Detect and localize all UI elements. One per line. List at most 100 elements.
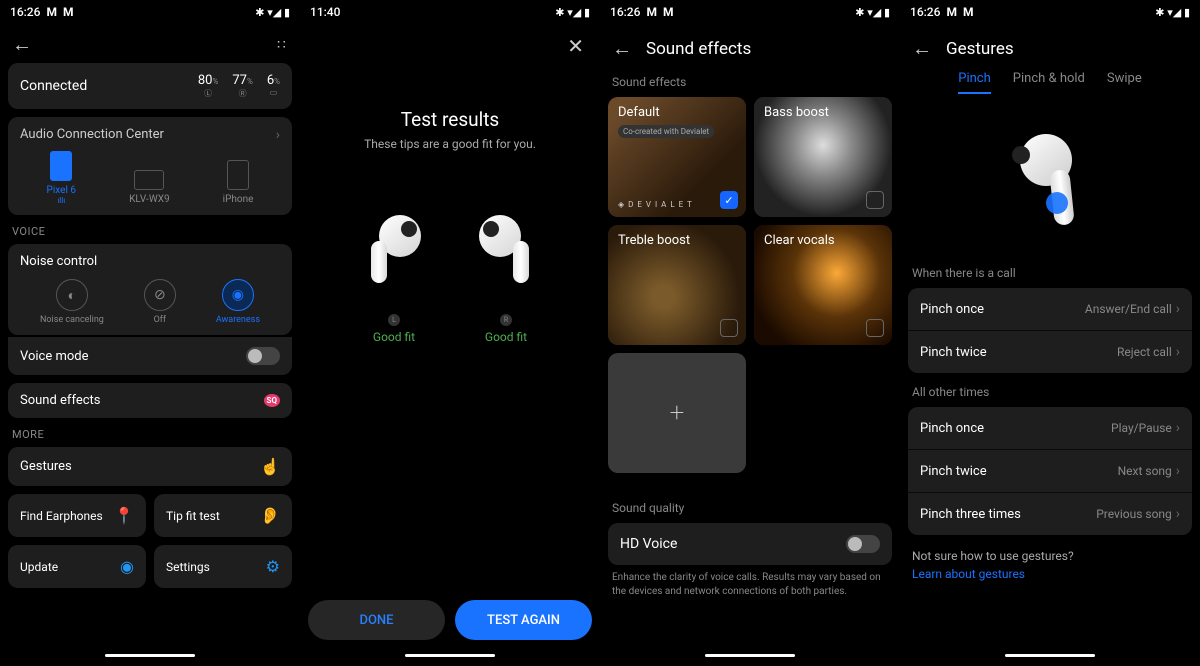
checkbox-icon (720, 319, 738, 337)
settings-button[interactable]: Settings⚙ (154, 545, 292, 588)
section-other: All other times (912, 385, 1188, 399)
ear-icon: 👂 (260, 506, 280, 525)
gmail-icon: M (63, 5, 74, 19)
test-again-button[interactable]: TEST AGAIN (455, 600, 592, 640)
gesture-icon: ☝ (260, 457, 280, 476)
audio-connection-center[interactable]: Audio Connection Center› Pixel 6ıllı KLV… (8, 117, 292, 215)
effect-clear-vocals[interactable]: Clear vocals (754, 225, 892, 345)
screen-gestures: 16:26MM ✱ ▾◢ ▮ ← Gestures Pinch Pinch & … (900, 0, 1200, 666)
sound-effects-label: Sound effects (20, 393, 100, 408)
gesture-pinch-once-call[interactable]: Pinch onceAnswer/End call› (908, 288, 1192, 331)
gestures-label: Gestures (20, 459, 72, 474)
status-bar: 16:26MM ✱ ▾◢ ▮ (900, 0, 1200, 24)
noise-control-card: Noise control ◐Noise canceling ⊘Off ◉Awa… (8, 244, 292, 335)
connected-label: Connected (20, 78, 87, 94)
effect-bass-boost[interactable]: Bass boost (754, 97, 892, 217)
add-effect-button[interactable]: + (608, 353, 746, 473)
not-sure-text: Not sure how to use gestures? (912, 549, 1188, 563)
tab-swipe[interactable]: Swipe (1107, 71, 1142, 94)
nav-pill[interactable] (1005, 654, 1095, 657)
voice-mode-toggle[interactable] (246, 347, 280, 365)
tab-pinch-hold[interactable]: Pinch & hold (1013, 71, 1085, 94)
gesture-pinch-twice[interactable]: Pinch twiceNext song› (908, 450, 1192, 493)
gear-icon: ⚙ (266, 557, 280, 576)
pin-icon: 📍 (114, 506, 134, 525)
earbud-gesture-image (1010, 134, 1090, 234)
nav-pill[interactable] (705, 654, 795, 657)
find-earphones-button[interactable]: Find Earphones📍 (8, 494, 146, 537)
l-indicator: L (388, 314, 400, 326)
status-bar: 16:26MM ✱ ▾◢ ▮ (600, 0, 900, 24)
checkbox-checked-icon: ✓ (720, 191, 738, 209)
screen-sound-effects: 16:26MM ✱ ▾◢ ▮ ← Sound effects Sound eff… (600, 0, 900, 666)
back-button[interactable]: ← (912, 36, 932, 61)
mode-noise-canceling[interactable]: ◐Noise canceling (40, 279, 104, 325)
update-button[interactable]: Update◉ (8, 545, 146, 588)
nav-pill[interactable] (105, 654, 195, 657)
fit-right: Good fit (471, 330, 541, 344)
status-time: 11:40 (310, 5, 340, 19)
status-icons: ✱ ▾◢ ▮ (855, 6, 890, 19)
status-time: 16:26 (910, 5, 940, 19)
l-icon: Ⓛ (198, 88, 218, 99)
status-icons: ✱ ▾◢ ▮ (255, 6, 290, 19)
case-icon: ▭ (267, 88, 280, 97)
effect-default[interactable]: Default Co-created with Devialet ◈ D E V… (608, 97, 746, 217)
earbud-left: L Good fit (359, 211, 429, 344)
pinch-indicator-icon (1046, 192, 1068, 214)
device-iphone[interactable]: iPhone (223, 160, 254, 205)
gesture-pinch-twice-call[interactable]: Pinch twiceReject call› (908, 331, 1192, 373)
tip-fit-test-button[interactable]: Tip fit test👂 (154, 494, 292, 537)
hd-voice-toggle[interactable] (846, 535, 880, 553)
acc-title: Audio Connection Center (20, 127, 164, 143)
sq-badge-icon: SQ (264, 394, 280, 407)
voice-mode-row[interactable]: Voice mode (8, 337, 292, 375)
checkbox-icon (866, 319, 884, 337)
hd-voice-row[interactable]: HD Voice (608, 523, 892, 565)
status-bar: 11:40 ✱ ▾◢ ▮ (300, 0, 600, 24)
fit-left: Good fit (359, 330, 429, 344)
devialet-logo: ◈ D E V I A L E T (618, 200, 693, 209)
sound-effects-row[interactable]: Sound effects SQ (8, 383, 292, 418)
noise-control-label: Noise control (20, 254, 280, 269)
mode-awareness[interactable]: ◉Awareness (216, 279, 260, 325)
earbud-right-image (471, 211, 541, 291)
screen-main: 16:26MM ✱ ▾◢ ▮ ← ∶∶ Connected 80%Ⓛ 77%Ⓡ … (0, 0, 300, 666)
r-indicator: R (500, 314, 512, 326)
voice-mode-label: Voice mode (20, 349, 89, 364)
mode-off[interactable]: ⊘Off (144, 279, 176, 325)
gestures-row[interactable]: Gestures ☝ (8, 447, 292, 486)
device-klv[interactable]: KLV-WX9 (129, 170, 170, 205)
earbud-right: R Good fit (471, 211, 541, 344)
back-button[interactable]: ← (612, 36, 632, 61)
section-more: MORE (12, 428, 292, 441)
status-icons: ✱ ▾◢ ▮ (555, 6, 590, 19)
hd-voice-description: Enhance the clarity of voice calls. Resu… (608, 571, 892, 599)
done-button[interactable]: DONE (308, 600, 445, 640)
chevron-right-icon: › (1176, 506, 1180, 522)
chevron-right-icon: › (1176, 344, 1180, 360)
back-button[interactable]: ← (12, 32, 32, 57)
screen-fit-test: 11:40 ✱ ▾◢ ▮ ✕ Test results These tips a… (300, 0, 600, 666)
section-sound-effects: Sound effects (612, 75, 888, 89)
section-call: When there is a call (912, 266, 1188, 280)
device-pixel6[interactable]: Pixel 6ıllı (47, 151, 76, 205)
menu-button[interactable]: ∶∶ (277, 37, 288, 53)
gmail-icon: M (46, 5, 57, 19)
learn-gestures-link[interactable]: Learn about gestures (912, 567, 1188, 581)
section-sound-quality: Sound quality (612, 501, 888, 515)
connected-card: Connected 80%Ⓛ 77%Ⓡ 6%▭ (8, 63, 292, 109)
tab-pinch[interactable]: Pinch (958, 71, 991, 94)
nav-pill[interactable] (405, 654, 495, 657)
gmail-icon: M (663, 5, 674, 19)
gesture-pinch-once[interactable]: Pinch oncePlay/Pause› (908, 407, 1192, 450)
effect-treble-boost[interactable]: Treble boost (608, 225, 746, 345)
gesture-pinch-three[interactable]: Pinch three timesPrevious song› (908, 493, 1192, 535)
battery-right: 77 (232, 73, 247, 88)
section-voice: VOICE (12, 225, 292, 238)
hd-voice-label: HD Voice (620, 536, 677, 552)
gmail-icon: M (963, 5, 974, 19)
update-icon: ◉ (120, 557, 134, 576)
close-button[interactable]: ✕ (567, 34, 584, 58)
r-icon: Ⓡ (232, 88, 252, 99)
